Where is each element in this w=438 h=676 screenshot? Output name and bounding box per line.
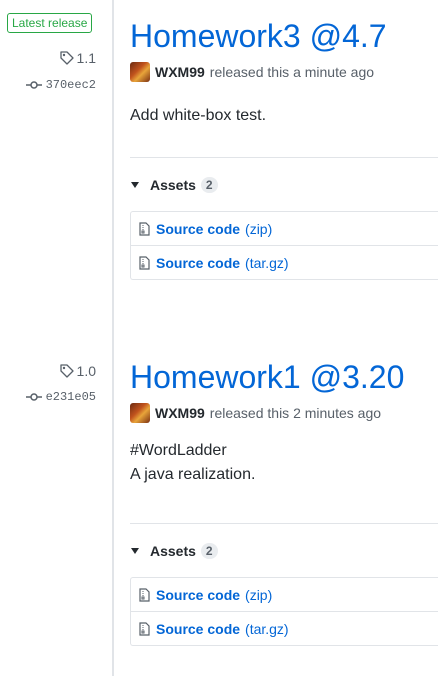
asset-item[interactable]: Source code (zip) xyxy=(131,578,438,611)
avatar[interactable] xyxy=(130,62,150,82)
file-zip-icon xyxy=(139,221,150,236)
release-notes-line: #WordLadder xyxy=(130,442,227,459)
release-title: Homework1 @3.20 xyxy=(130,359,405,395)
release-title: Homework3 @4.7 xyxy=(130,18,387,54)
release-notes: Add white-box test. xyxy=(130,104,438,128)
release-byline: WXM99 released this 2 minutes ago xyxy=(130,403,438,423)
release-tag-link[interactable]: 1.0 xyxy=(59,363,96,379)
release-commit-link[interactable]: e231e05 xyxy=(25,390,96,404)
release-tag-link[interactable]: 1.1 xyxy=(59,50,96,66)
tag-icon xyxy=(59,364,74,378)
divider xyxy=(130,523,438,524)
caret-down-icon xyxy=(131,182,139,188)
asset-item[interactable]: Source code (zip) xyxy=(131,212,438,245)
avatar[interactable] xyxy=(130,403,150,423)
release-notes: #WordLadder A java realization. xyxy=(130,439,438,487)
release-title-link[interactable]: Homework1 @3.20 xyxy=(130,357,438,397)
assets-label: Assets xyxy=(150,543,196,559)
divider xyxy=(130,157,438,158)
file-zip-icon xyxy=(139,255,150,270)
asset-name-link[interactable]: Source code xyxy=(156,255,240,271)
author-link[interactable]: WXM99 xyxy=(155,405,205,421)
release-byline: WXM99 released this a minute ago xyxy=(130,62,438,82)
release-body: Homework1 @3.20 WXM99 released this 2 mi… xyxy=(130,357,438,487)
released-time-text: released this a minute ago xyxy=(209,64,375,80)
latest-release-badge: Latest release xyxy=(7,13,93,33)
asset-name-link[interactable]: Source code xyxy=(156,621,240,637)
tag-icon xyxy=(59,51,74,65)
assets-list: Source code (zip) Source code (tar.gz) xyxy=(130,211,438,280)
released-time-text: released this 2 minutes ago xyxy=(209,405,382,421)
assets-toggle[interactable]: Assets 2 xyxy=(131,543,218,559)
release-body: Homework3 @4.7 WXM99 released this a min… xyxy=(130,16,438,128)
release-commit-link[interactable]: 370eec2 xyxy=(25,78,96,92)
asset-item[interactable]: Source code (tar.gz) xyxy=(131,245,438,279)
assets-list: Source code (zip) Source code (tar.gz) xyxy=(130,577,438,646)
release-notes-line: Add white-box test. xyxy=(130,107,267,124)
commit-icon xyxy=(25,392,42,402)
asset-type[interactable]: (tar.gz) xyxy=(245,255,289,271)
tag-label: 1.1 xyxy=(76,50,96,66)
file-zip-icon xyxy=(139,621,150,636)
tag-label: 1.0 xyxy=(76,363,96,379)
commit-icon xyxy=(25,80,42,90)
author-link[interactable]: WXM99 xyxy=(155,64,205,80)
asset-type[interactable]: (zip) xyxy=(245,221,272,237)
assets-toggle[interactable]: Assets 2 xyxy=(131,177,218,193)
assets-count-badge: 2 xyxy=(200,543,218,559)
commit-hash: e231e05 xyxy=(45,390,96,404)
assets-label: Assets xyxy=(150,177,196,193)
timeline-line xyxy=(112,0,114,676)
asset-item[interactable]: Source code (tar.gz) xyxy=(131,611,438,645)
asset-name-link[interactable]: Source code xyxy=(156,587,240,603)
asset-type[interactable]: (zip) xyxy=(245,587,272,603)
release-title-link[interactable]: Homework3 @4.7 xyxy=(130,16,438,56)
file-zip-icon xyxy=(139,587,150,602)
commit-hash: 370eec2 xyxy=(45,78,96,92)
assets-count-badge: 2 xyxy=(200,177,218,193)
caret-down-icon xyxy=(131,548,139,554)
asset-type[interactable]: (tar.gz) xyxy=(245,621,289,637)
release-notes-line: A java realization. xyxy=(130,466,256,483)
asset-name-link[interactable]: Source code xyxy=(156,221,240,237)
